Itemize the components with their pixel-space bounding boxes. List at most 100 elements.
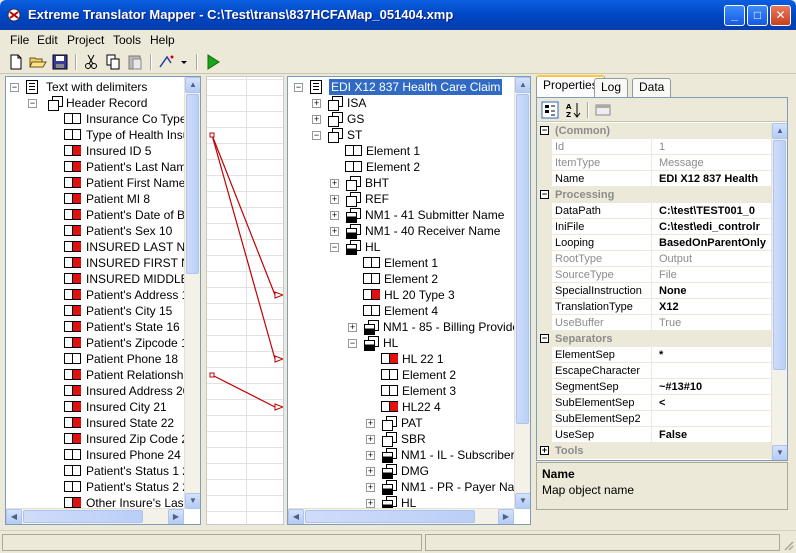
scroll-thumb[interactable]: [186, 94, 199, 274]
expand-toggle-icon[interactable]: +: [312, 115, 321, 124]
scroll-down-arrow-icon[interactable]: ▼: [772, 445, 787, 460]
target-tree-item[interactable]: + REF: [288, 191, 516, 207]
sort-alphabetical-icon[interactable]: AZ: [564, 101, 582, 119]
source-field-item[interactable]: Insured ID 5: [6, 143, 186, 159]
expand-toggle-icon[interactable]: +: [330, 211, 339, 220]
close-button[interactable]: ✕: [770, 5, 791, 26]
target-tree-item[interactable]: HL22 4: [288, 399, 516, 415]
property-value[interactable]: BasedOnParentOnly: [656, 235, 771, 251]
collapse-toggle-icon[interactable]: −: [348, 339, 357, 348]
source-field-item[interactable]: Patient's Sex 10: [6, 223, 186, 239]
source-field-item[interactable]: Insurance Co Type: [6, 111, 187, 127]
property-row[interactable]: Id 1: [537, 139, 771, 155]
target-tree-item[interactable]: − HL: [288, 335, 516, 351]
collapse-toggle-icon[interactable]: −: [294, 83, 303, 92]
expand-toggle-icon[interactable]: +: [366, 467, 375, 476]
scroll-thumb[interactable]: [23, 510, 143, 523]
collapse-toggle-icon[interactable]: −: [330, 243, 339, 252]
property-value[interactable]: True: [656, 315, 771, 331]
target-tree-item[interactable]: Element 1: [288, 255, 516, 271]
property-row[interactable]: IniFile C:\test\edi_controlr: [537, 219, 771, 235]
target-tree-item[interactable]: + SBR: [288, 431, 516, 447]
scroll-thumb[interactable]: [773, 140, 786, 370]
scroll-down-arrow-icon[interactable]: ▼: [515, 493, 530, 509]
source-field-item[interactable]: INSURED FIRST NA: [6, 255, 198, 271]
expand-toggle-icon[interactable]: +: [330, 179, 339, 188]
property-pages-icon[interactable]: [594, 101, 612, 119]
source-field-item[interactable]: Patient's Status 1 25: [6, 463, 196, 479]
target-tree-item[interactable]: HL 20 Type 3: [288, 287, 516, 303]
expand-toggle-icon[interactable]: +: [330, 195, 339, 204]
run-icon[interactable]: [204, 53, 222, 71]
target-tree-item[interactable]: + DMG: [288, 463, 516, 479]
source-tree-pane[interactable]: − Text with delimiters − Header Record Insur…: [5, 76, 201, 525]
property-value[interactable]: X12: [656, 299, 771, 315]
save-icon[interactable]: [51, 53, 69, 71]
source-field-item[interactable]: Patient's Address 14: [6, 287, 195, 303]
property-row[interactable]: SpecialInstruction None: [537, 283, 771, 299]
tab-data[interactable]: Data: [632, 78, 672, 97]
property-row[interactable]: EscapeCharacter: [537, 363, 771, 379]
target-tree-item[interactable]: HL 22 1: [288, 351, 516, 367]
property-value[interactable]: ~#13#10: [656, 379, 771, 395]
property-row[interactable]: ElementSep *: [537, 347, 771, 363]
scroll-thumb[interactable]: [305, 510, 475, 523]
resize-grip-icon[interactable]: [782, 539, 794, 551]
target-tree-item[interactable]: Element 2: [288, 159, 516, 175]
property-category[interactable]: − Processing: [537, 187, 771, 203]
scroll-left-arrow-icon[interactable]: ◀: [6, 509, 22, 524]
source-tree-record[interactable]: − Header Record: [6, 95, 186, 111]
scroll-up-arrow-icon[interactable]: ▲: [515, 77, 530, 93]
source-field-item[interactable]: Insured Phone 24: [6, 447, 186, 463]
scroll-right-arrow-icon[interactable]: ▶: [498, 509, 514, 524]
scroll-down-arrow-icon[interactable]: ▼: [185, 493, 200, 509]
open-folder-icon[interactable]: [29, 53, 47, 71]
target-tree-item[interactable]: + NM1 - 41 Submitter Name: [288, 207, 516, 223]
properties-vertical-scrollbar[interactable]: ▲ ▼: [771, 123, 787, 460]
source-vertical-scrollbar[interactable]: ▲ ▼: [184, 77, 200, 509]
expand-toggle-icon[interactable]: +: [366, 419, 375, 428]
target-tree-item[interactable]: + BHT: [288, 175, 516, 191]
source-field-item[interactable]: Patient's Last Name 6: [6, 159, 200, 175]
property-row[interactable]: UseSep False: [537, 427, 771, 443]
scroll-up-arrow-icon[interactable]: ▲: [185, 77, 200, 93]
property-value[interactable]: C:\test\edi_controlr: [656, 219, 771, 235]
expand-toggle-icon[interactable]: +: [366, 451, 375, 460]
property-row[interactable]: TranslationType X12: [537, 299, 771, 315]
property-value[interactable]: EDI X12 837 Health: [656, 171, 771, 187]
source-field-item[interactable]: Patient's Zipcode 17: [6, 335, 194, 351]
property-row[interactable]: SourceType File: [537, 267, 771, 283]
target-tree-pane[interactable]: − EDI X12 837 Health Care Claim + ISA + GS − ST…: [287, 76, 531, 525]
property-row[interactable]: Name EDI X12 837 Health: [537, 171, 771, 187]
source-field-item[interactable]: Patient Phone 18: [6, 351, 186, 367]
property-row[interactable]: SubElementSep2: [537, 411, 771, 427]
minimize-button[interactable]: _: [724, 5, 745, 26]
source-field-item[interactable]: INSURED MIDDLE I: [6, 271, 195, 287]
menu-project[interactable]: Project: [67, 33, 104, 47]
menu-edit[interactable]: Edit: [37, 33, 58, 47]
property-row[interactable]: DataPath C:\test\TEST001_0: [537, 203, 771, 219]
expand-toggle-icon[interactable]: +: [330, 227, 339, 236]
target-tree-item[interactable]: + NM1 - PR - Payer Name: [288, 479, 530, 495]
source-horizontal-scrollbar[interactable]: ◀ ▶: [6, 508, 184, 524]
property-value[interactable]: False: [656, 427, 771, 443]
target-tree-item[interactable]: + NM1 - IL - Subscriber N: [288, 447, 527, 463]
source-field-item[interactable]: Patient's Status 2 26: [6, 479, 196, 495]
scroll-thumb[interactable]: [516, 94, 529, 424]
property-category[interactable]: − Separators: [537, 331, 771, 347]
source-field-item[interactable]: Type of Health Insura: [6, 127, 200, 143]
expand-toggle-icon[interactable]: +: [348, 323, 357, 332]
target-tree-item[interactable]: + GS: [288, 111, 516, 127]
source-tree-root[interactable]: − Text with delimiters: [6, 79, 186, 95]
property-row[interactable]: SubElementSep <: [537, 395, 771, 411]
property-value[interactable]: File: [656, 267, 771, 283]
source-field-item[interactable]: Patient First Name 7: [6, 175, 195, 191]
property-value[interactable]: Output: [656, 251, 771, 267]
scroll-left-arrow-icon[interactable]: ◀: [288, 509, 304, 524]
target-tree-root[interactable]: − EDI X12 837 Health Care Claim: [288, 79, 516, 95]
property-row[interactable]: RootType Output: [537, 251, 771, 267]
property-value[interactable]: C:\test\TEST001_0: [656, 203, 771, 219]
source-field-item[interactable]: Insured State 22: [6, 415, 186, 431]
cut-icon[interactable]: [82, 53, 100, 71]
property-category[interactable]: − (Common): [537, 123, 771, 139]
